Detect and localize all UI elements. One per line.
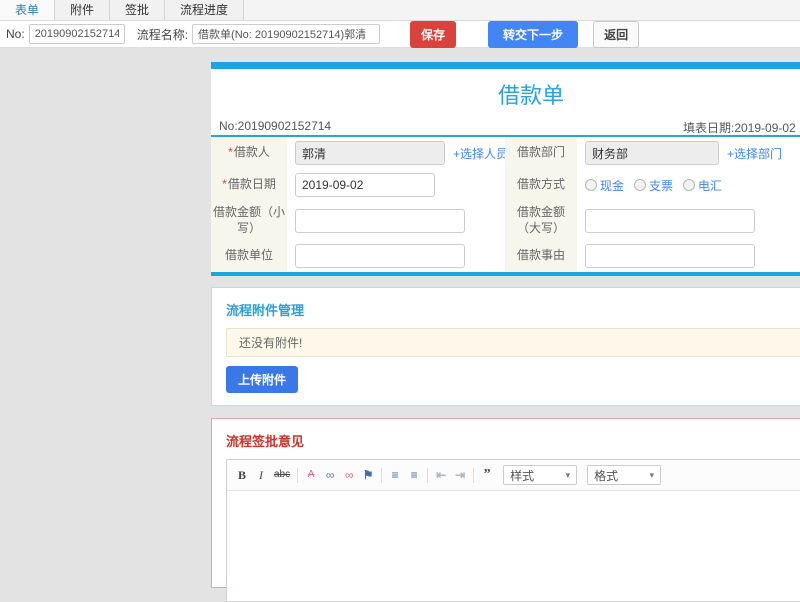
tab-form[interactable]: 表单 — [0, 0, 56, 20]
radio-cheque[interactable]: 支票 — [634, 177, 673, 194]
no-attachments-alert: 还没有附件! — [226, 328, 800, 358]
upload-attachment-button[interactable]: 上传附件 — [226, 366, 299, 394]
tab-attachments[interactable]: 附件 — [55, 0, 111, 20]
blockquote-icon[interactable]: ” — [481, 467, 493, 483]
process-name-label: 流程名称: — [136, 27, 189, 42]
no-label: No: — [6, 27, 25, 41]
tab-process-progress[interactable]: 流程进度 — [165, 0, 245, 20]
toolbar-separator — [473, 467, 475, 483]
attachments-title: 流程附件管理 — [226, 303, 305, 319]
radio-circle-icon — [634, 179, 647, 191]
form-number: No:20190902152714 — [219, 119, 332, 133]
loan-unit-label: 借款单位 — [211, 240, 287, 273]
department-input — [585, 141, 719, 165]
amount-uppercase-label: 借款金额（大写） — [505, 201, 577, 241]
chevron-down-icon: ▾ — [649, 469, 655, 480]
amount-lowercase-field — [287, 201, 505, 241]
form-bottom-bar — [211, 272, 800, 277]
select-person-link[interactable]: +选择人员 — [453, 145, 508, 162]
form-info-row: No:20190902152714 填表日期:2019-09-02 15:27:… — [211, 118, 800, 137]
rich-text-editor: B I abc A ∞ ∞ ⚑ ≡ ≡ ⇤ ⇥ ” 样式 ▾ 格式 ▾ — [226, 459, 800, 602]
fill-date: 填表日期:2019-09-02 15:27:1 — [683, 121, 800, 135]
loan-reason-input[interactable] — [585, 244, 755, 269]
toolbar-separator — [381, 467, 383, 483]
loan-reason-field — [577, 240, 800, 273]
department-field: +选择部门 — [577, 137, 800, 169]
loan-date-input[interactable] — [295, 173, 435, 197]
radio-wire-transfer[interactable]: 电汇 — [683, 177, 722, 194]
radio-circle-icon — [585, 179, 597, 191]
tab-approval[interactable]: 签批 — [110, 0, 166, 20]
loan-form-card: 借款单 No:20190902152714 填表日期:2019-09-02 15… — [211, 62, 800, 277]
indent-icon[interactable]: ⇥ — [454, 467, 466, 483]
amount-uppercase-input[interactable] — [585, 208, 755, 233]
required-mark: * — [228, 145, 233, 160]
save-button[interactable]: 保存 — [410, 20, 457, 48]
editor-toolbar: B I abc A ∞ ∞ ⚑ ≡ ≡ ⇤ ⇥ ” 样式 ▾ 格式 ▾ — [227, 460, 800, 492]
borrower-field: +选择人员 — [287, 137, 508, 169]
toolbar-separator — [427, 467, 429, 483]
format-dropdown[interactable]: 格式 ▾ — [587, 465, 662, 486]
action-toolbar: No: 流程名称: 保存 转交下一步 返回 — [0, 20, 800, 48]
amount-lowercase-input[interactable] — [295, 208, 465, 233]
select-department-link[interactable]: +选择部门 — [727, 145, 782, 162]
outdent-icon[interactable]: ⇤ — [435, 467, 447, 483]
strikethrough-icon[interactable]: abc — [274, 467, 290, 483]
no-input[interactable] — [28, 24, 125, 44]
loan-method-field: 现金 支票 电汇 — [577, 169, 800, 201]
styles-dropdown[interactable]: 样式 ▾ — [503, 465, 578, 486]
anchor-flag-icon[interactable]: ⚑ — [362, 467, 374, 483]
loan-date-field — [287, 169, 505, 201]
back-button[interactable]: 返回 — [593, 20, 640, 48]
attachments-card: 流程附件管理 还没有附件! 上传附件 — [211, 287, 800, 407]
toolbar-separator — [297, 467, 299, 483]
page-title: 借款单 — [497, 83, 564, 108]
top-tab-bar: 表单 附件 签批 流程进度 — [0, 0, 800, 21]
sign-opinions-title: 流程签批意见 — [226, 434, 305, 450]
main-panel: 借款单 No:20190902152714 填表日期:2019-09-02 15… — [211, 62, 800, 602]
remove-format-icon[interactable]: A — [305, 467, 317, 483]
loan-reason-label: 借款事由 — [505, 240, 577, 273]
required-mark: * — [222, 177, 227, 192]
numbered-list-icon[interactable]: ≡ — [389, 467, 401, 483]
radio-cash[interactable]: 现金 — [585, 177, 624, 194]
bold-icon[interactable]: B — [236, 467, 248, 483]
department-label: 借款部门 — [505, 137, 577, 169]
amount-uppercase-field — [577, 201, 800, 241]
loan-method-label: 借款方式 — [505, 169, 577, 201]
borrower-input — [295, 141, 445, 165]
loan-method-radios: 现金 支票 电汇 — [585, 177, 722, 194]
loan-form-grid: *借款人 +选择人员 借款部门 +选择部门 *借款日期 借款方式 — [211, 137, 800, 273]
unlink-icon[interactable]: ∞ — [343, 467, 355, 483]
borrower-label: *借款人 — [211, 137, 287, 169]
radio-circle-icon — [683, 179, 696, 191]
amount-lowercase-label: 借款金额（小写） — [211, 201, 287, 241]
loan-unit-field — [287, 240, 505, 273]
loan-unit-input[interactable] — [295, 244, 465, 269]
chevron-down-icon: ▾ — [565, 469, 571, 480]
link-icon[interactable]: ∞ — [324, 467, 336, 483]
process-name-input[interactable] — [192, 24, 381, 44]
form-top-bar — [211, 62, 800, 69]
bulleted-list-icon[interactable]: ≡ — [408, 467, 420, 483]
loan-date-label: *借款日期 — [211, 169, 287, 201]
forward-next-step-button[interactable]: 转交下一步 — [488, 20, 579, 48]
sign-opinions-card: 流程签批意见 B I abc A ∞ ∞ ⚑ ≡ ≡ ⇤ ⇥ ” 样式 ▾ 格式… — [211, 418, 800, 602]
editor-content-area[interactable] — [227, 491, 800, 602]
italic-icon[interactable]: I — [255, 467, 267, 483]
